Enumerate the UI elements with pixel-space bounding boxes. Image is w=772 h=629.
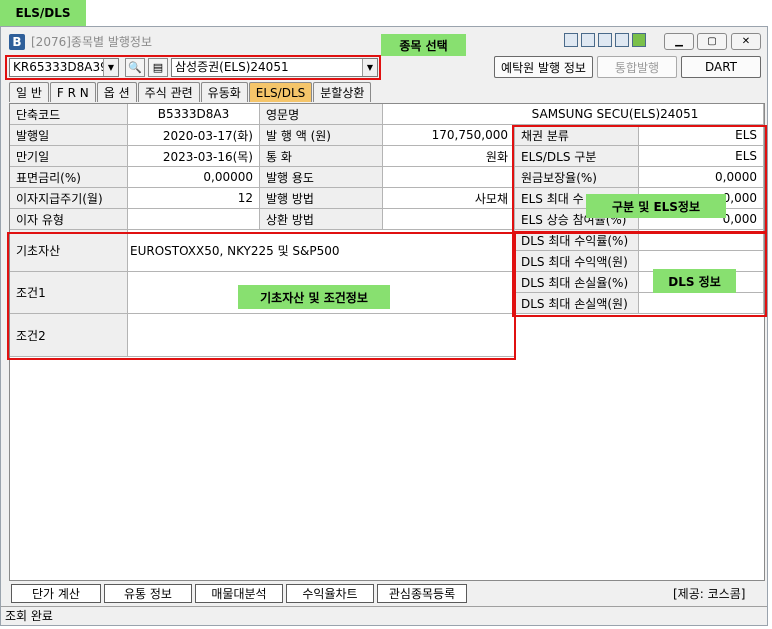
link-icon[interactable] xyxy=(564,33,578,47)
principal-value: 0,0000 xyxy=(639,167,764,188)
short-code-label: 단축코드 xyxy=(10,104,128,125)
redemption-label: 상환 방법 xyxy=(260,209,383,230)
status-text: 조회 완료 xyxy=(5,609,53,623)
dls-max-return-amt-label: DLS 최대 수익액(원) xyxy=(515,251,639,272)
lookup-icon[interactable]: ▤ xyxy=(148,58,168,77)
app-icon: B xyxy=(9,34,25,50)
minimize-button[interactable]: ▁ xyxy=(664,33,694,50)
issue-amount-label: 발 행 액 (원) xyxy=(260,125,383,146)
stock-code-combo[interactable]: KR65333D8A39 ▼ xyxy=(9,58,119,77)
tab-option[interactable]: 옵 션 xyxy=(96,82,137,102)
maturity-value: 2023-03-16(목) xyxy=(128,146,260,167)
dls-max-loss-amt-label: DLS 최대 손실액(원) xyxy=(515,293,639,314)
currency-value: 원화 xyxy=(383,146,515,167)
cond2-label: 조건2 xyxy=(10,314,128,357)
help-icon[interactable] xyxy=(632,33,646,47)
callout-underlying-info: 기초자산 및 조건정보 xyxy=(238,285,390,309)
print-icon[interactable] xyxy=(615,33,629,47)
redemption-value xyxy=(383,209,515,230)
volume-profile-button[interactable]: 매물대분석 xyxy=(195,584,283,603)
cond1-label: 조건1 xyxy=(10,272,128,314)
eng-name-label: 영문명 xyxy=(260,104,383,125)
method-label: 발행 방법 xyxy=(260,188,383,209)
coupon-label: 표면금리(%) xyxy=(10,167,128,188)
stock-name-combo[interactable]: 삼성증권(ELS)24051 ▼ xyxy=(171,58,378,77)
stock-code-value: KR65333D8A39 xyxy=(13,60,108,74)
provider-label: [제공: 코스콤] xyxy=(673,587,746,601)
dls-max-return-rate-value xyxy=(639,230,764,251)
tab-equity[interactable]: 주식 관련 xyxy=(137,82,200,102)
header-tag: ELS/DLS xyxy=(0,0,86,26)
chevron-down-icon[interactable]: ▼ xyxy=(362,59,377,76)
els-type-value: ELS xyxy=(639,146,764,167)
dls-max-loss-amt-value xyxy=(639,293,764,314)
dls-max-loss-rate-label: DLS 최대 손실율(%) xyxy=(515,272,639,293)
issue-amount-value: 170,750,000 xyxy=(383,125,515,146)
info-panel: 단축코드 B5333D8A3 영문명 SAMSUNG SECU(ELS)2405… xyxy=(9,103,765,581)
coupon-value: 0,00000 xyxy=(128,167,260,188)
status-bar: 조회 완료 xyxy=(1,606,767,625)
maturity-label: 만기일 xyxy=(10,146,128,167)
els-type-label: ELS/DLS 구분 xyxy=(515,146,639,167)
principal-label: 원금보장율(%) xyxy=(515,167,639,188)
eng-name-value: SAMSUNG SECU(ELS)24051 xyxy=(383,104,764,125)
interest-type-value xyxy=(128,209,260,230)
callout-stock-select: 종목 선택 xyxy=(381,34,466,56)
main-window: B [2076]종목별 발행정보 ▁ ▢ ✕ KR65333D8A39 ▼ 🔍 … xyxy=(0,26,768,626)
interest-period-label: 이자지급주기(월) xyxy=(10,188,128,209)
export-icon[interactable] xyxy=(598,33,612,47)
currency-label: 통 화 xyxy=(260,146,383,167)
stock-name-value: 삼성증권(ELS)24051 xyxy=(175,60,289,74)
issue-date-label: 발행일 xyxy=(10,125,128,146)
tab-frn[interactable]: F R N xyxy=(49,82,96,102)
maximize-button[interactable]: ▢ xyxy=(697,33,727,50)
issue-date-value: 2020-03-17(화) xyxy=(128,125,260,146)
price-calc-button[interactable]: 단가 계산 xyxy=(11,584,101,603)
tab-els-dls[interactable]: ELS/DLS xyxy=(248,82,313,102)
dart-button[interactable]: DART xyxy=(681,56,761,78)
tab-abs[interactable]: 유동화 xyxy=(200,82,248,102)
purpose-value xyxy=(383,167,515,188)
close-button[interactable]: ✕ xyxy=(731,33,761,50)
chevron-down-icon[interactable]: ▼ xyxy=(103,59,118,76)
short-code-value: B5333D8A3 xyxy=(128,104,260,125)
cond2-value xyxy=(128,314,515,357)
bond-class-label: 채권 분류 xyxy=(515,125,639,146)
yield-chart-button[interactable]: 수익율차트 xyxy=(286,584,374,603)
window-title: [2076]종목별 발행정보 xyxy=(31,35,152,49)
search-icon[interactable]: 🔍 xyxy=(125,58,145,77)
method-value: 사모채 xyxy=(383,188,515,209)
underlying-label: 기초자산 xyxy=(10,230,128,272)
ksd-info-button[interactable]: 예탁원 발행 정보 xyxy=(494,56,593,78)
interest-type-label: 이자 유형 xyxy=(10,209,128,230)
tab-general[interactable]: 일 반 xyxy=(9,82,49,102)
callout-dls-info: DLS 정보 xyxy=(653,269,736,293)
purpose-label: 발행 용도 xyxy=(260,167,383,188)
bond-class-value: ELS xyxy=(639,125,764,146)
interest-period-value: 12 xyxy=(128,188,260,209)
tab-bar: 일 반 F R N 옵 션 주식 관련 유동화 ELS/DLS 분할상환 xyxy=(9,82,372,102)
underlying-value: EUROSTOXX50, NKY225 및 S&P500 xyxy=(128,230,515,272)
dls-max-return-rate-label: DLS 최대 수익률(%) xyxy=(515,230,639,251)
add-watchlist-button[interactable]: 관심종목등록 xyxy=(377,584,467,603)
excel-icon[interactable] xyxy=(581,33,595,47)
callout-els-info: 구분 및 ELS정보 xyxy=(586,194,726,218)
trading-info-button[interactable]: 유통 정보 xyxy=(104,584,192,603)
integrated-issue-button[interactable]: 통합발행 xyxy=(597,56,677,78)
tab-amortization[interactable]: 분할상환 xyxy=(313,82,372,102)
